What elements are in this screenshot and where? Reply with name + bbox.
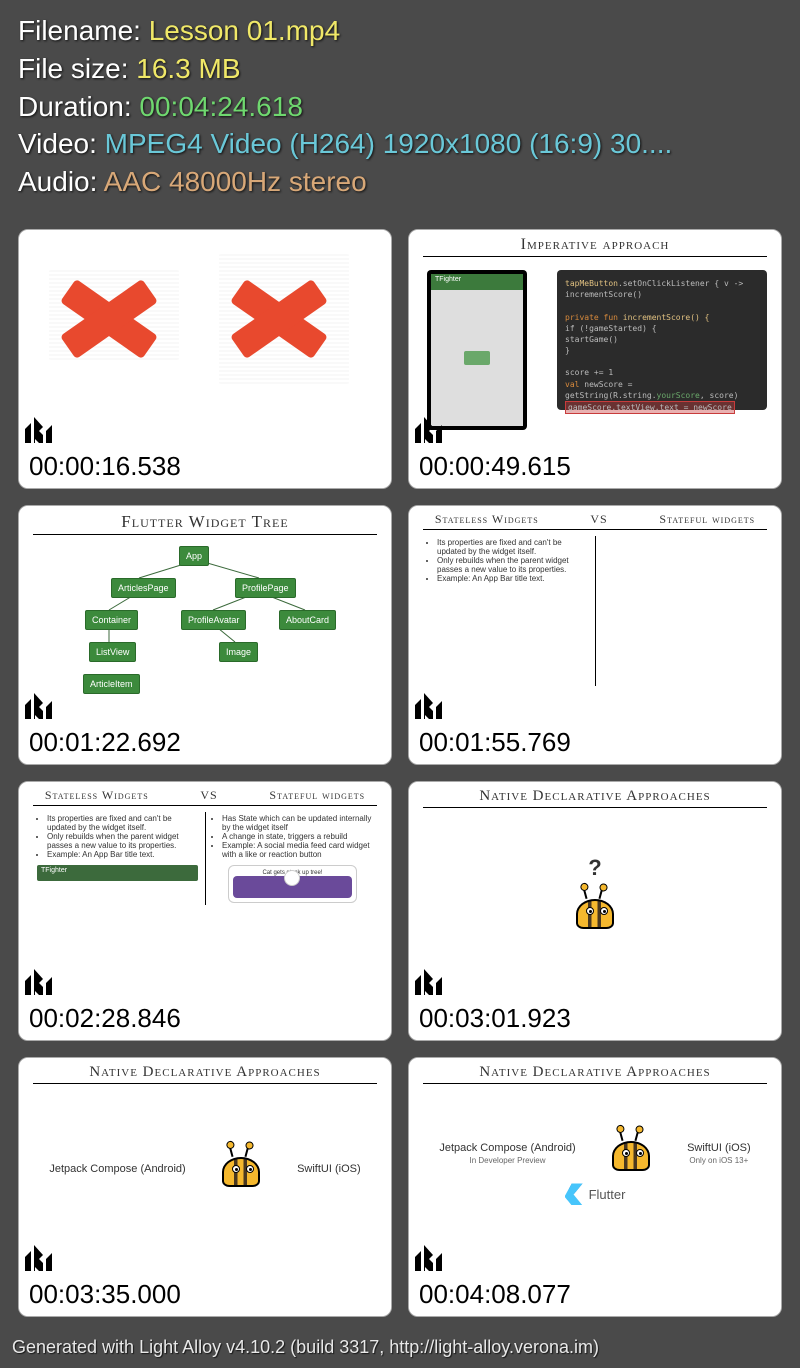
bullet: Example: An App Bar title text. <box>47 850 198 859</box>
red-x-icon <box>59 274 159 364</box>
thumbnail-preview: Native Declarative Approaches Jetpack Co… <box>409 1058 781 1275</box>
slide-title: Imperative approach <box>409 230 781 254</box>
audio-value: AAC 48000Hz stereo <box>104 166 367 197</box>
thumbnail: Native Declarative Approaches Jetpack Co… <box>18 1057 392 1317</box>
timestamp: 00:03:35.000 <box>19 1275 391 1316</box>
generator-footer: Generated with Light Alloy v4.10.2 (buil… <box>0 1331 800 1368</box>
question-mark: ? <box>588 855 601 881</box>
comparison-columns: Its properties are fixed and can't be up… <box>423 536 767 686</box>
bullet: A change in state, triggers a rebuild <box>222 832 373 841</box>
tree-node: App <box>179 546 209 566</box>
phone-mockup: TFighter <box>427 270 527 430</box>
thumbnail: Native Declarative Approaches ? 00:03:01… <box>408 781 782 1041</box>
bullet: Has State which can be updated internall… <box>222 814 373 832</box>
tree-node: Container <box>85 610 138 630</box>
flutter-logo-row: Flutter <box>565 1183 626 1205</box>
platform-sublabel: Only on iOS 13+ <box>687 1156 751 1165</box>
rw-logo-icon <box>415 1245 445 1271</box>
bullet: Only rebuilds when the parent widget pas… <box>47 832 198 850</box>
thumbnail-preview: Flutter Widget Tree App ArticlesPage Pro… <box>19 506 391 723</box>
timestamp: 00:00:49.615 <box>409 447 781 488</box>
card-example: Cat gets stuck up tree! <box>228 865 357 903</box>
bullet: Its properties are fixed and can't be up… <box>47 814 198 832</box>
phone-button <box>464 351 490 365</box>
platform-label: Jetpack Compose (Android) <box>49 1163 185 1175</box>
thumbnail: 00:00:16.538 <box>18 229 392 489</box>
timestamp: 00:01:55.769 <box>409 723 781 764</box>
tree-node: ArticleItem <box>83 674 140 694</box>
tree-node: ProfileAvatar <box>181 610 246 630</box>
platform-label: SwiftUI (iOS) <box>687 1142 751 1154</box>
slide-title: Native Declarative Approaches <box>409 1058 781 1081</box>
thumbnail: Native Declarative Approaches Jetpack Co… <box>408 1057 782 1317</box>
slide-title: Native Declarative Approaches <box>409 782 781 805</box>
rw-logo-icon <box>25 969 55 995</box>
video-value: MPEG4 Video (H264) 1920x1080 (16:9) 30..… <box>105 128 673 159</box>
rw-logo-icon <box>25 417 55 443</box>
thumbnail-preview: Imperative approach TFighter tapMeButton… <box>409 230 781 447</box>
comparison-columns: Its properties are fixed and can't be up… <box>33 812 377 905</box>
filesize-label: File size: <box>18 53 136 84</box>
tree-node: ArticlesPage <box>111 578 176 598</box>
thumbnail-preview <box>19 230 391 447</box>
thumbnail-preview: Stateless Widgets VS Stateful widgets It… <box>409 506 781 723</box>
thumbnail: Imperative approach TFighter tapMeButton… <box>408 229 782 489</box>
audio-label: Audio: <box>18 166 104 197</box>
tree-node: ProfilePage <box>235 578 296 598</box>
bee-icon <box>218 1149 264 1189</box>
bullet: Example: An App Bar title text. <box>437 574 588 583</box>
timestamp: 00:03:01.923 <box>409 999 781 1040</box>
thumbnail: Flutter Widget Tree App ArticlesPage Pro… <box>18 505 392 765</box>
bee-icon <box>572 891 618 931</box>
bullet: Its properties are fixed and can't be up… <box>437 538 588 556</box>
timestamp: 00:04:08.077 <box>409 1275 781 1316</box>
filename-value: Lesson 01.mp4 <box>149 15 340 46</box>
duration-value: 00:04:24.618 <box>139 91 303 122</box>
rw-logo-icon <box>415 969 445 995</box>
timestamp: 00:01:22.692 <box>19 723 391 764</box>
slide-title: Stateless Widgets VS Stateful widgets <box>409 506 781 527</box>
rw-logo-icon <box>415 417 445 443</box>
thumbnail-preview: Native Declarative Approaches Jetpack Co… <box>19 1058 391 1275</box>
duration-label: Duration: <box>18 91 139 122</box>
bee-icon <box>608 1133 654 1173</box>
tree-node: ListView <box>89 642 136 662</box>
slide-title: Native Declarative Approaches <box>19 1058 391 1081</box>
video-label: Video: <box>18 128 105 159</box>
red-x-icon <box>229 274 329 364</box>
thumbnail-grid: 00:00:16.538 Imperative approach TFighte… <box>0 209 800 1325</box>
thumbnail: Stateless Widgets VS Stateful widgets It… <box>408 505 782 765</box>
thumbnail: Stateless Widgets VS Stateful widgets It… <box>18 781 392 1041</box>
platform-label: SwiftUI (iOS) <box>297 1163 361 1175</box>
phone-appbar: TFighter <box>431 274 523 290</box>
appbar-example: TFighter <box>37 865 198 881</box>
timestamp: 00:02:28.846 <box>19 999 391 1040</box>
tree-node: AboutCard <box>279 610 336 630</box>
filesize-value: 16.3 MB <box>136 53 240 84</box>
file-info-header: Filename: Lesson 01.mp4 File size: 16.3 … <box>0 0 800 209</box>
rw-logo-icon <box>25 1245 55 1271</box>
thumbnail-preview: Stateless Widgets VS Stateful widgets It… <box>19 782 391 999</box>
slide-title: Stateless Widgets VS Stateful widgets <box>19 782 391 803</box>
flutter-logo-icon <box>565 1183 583 1205</box>
tree-node: Image <box>219 642 258 662</box>
rw-logo-icon <box>25 693 55 719</box>
platform-label: Jetpack Compose (Android) <box>439 1142 575 1154</box>
code-snippet: tapMeButton.setOnClickListener { v -> in… <box>557 270 767 410</box>
bullet: Example: A social media feed card widget… <box>222 841 373 859</box>
flutter-label: Flutter <box>589 1187 626 1202</box>
rw-logo-icon <box>415 693 445 719</box>
filename-label: Filename: <box>18 15 149 46</box>
bullet: Only rebuilds when the parent widget pas… <box>437 556 588 574</box>
timestamp: 00:00:16.538 <box>19 447 391 488</box>
platform-sublabel: In Developer Preview <box>439 1156 575 1165</box>
thumbnail-preview: Native Declarative Approaches ? <box>409 782 781 999</box>
